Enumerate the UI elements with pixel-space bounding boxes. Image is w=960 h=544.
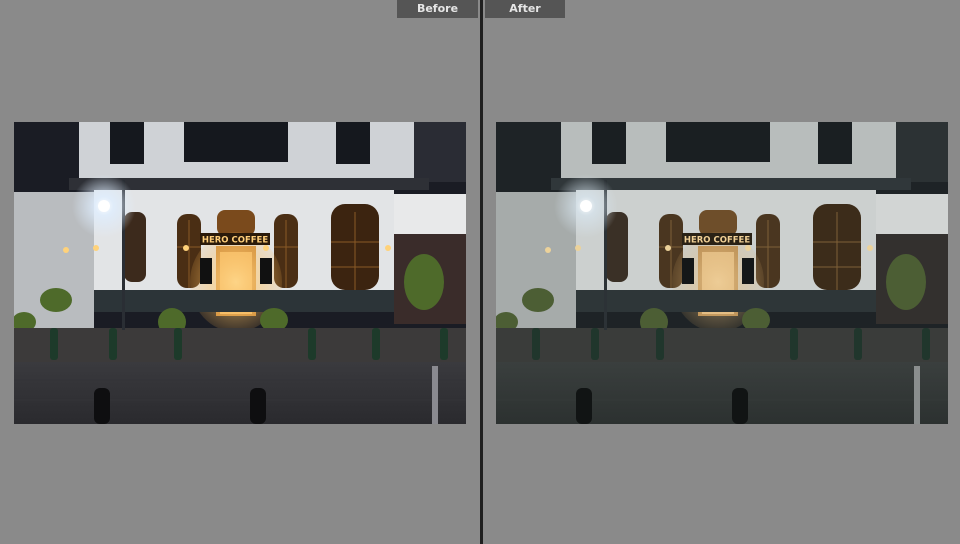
before-after-compare-view: Before After HERO COFFEE HERO COFFEE bbox=[0, 0, 960, 544]
before-label[interactable]: Before bbox=[397, 0, 478, 18]
after-sign-text: HERO COFFEE bbox=[684, 236, 751, 246]
after-label[interactable]: After bbox=[485, 0, 565, 18]
split-divider[interactable] bbox=[480, 0, 483, 544]
after-photo-image: HERO COFFEE bbox=[496, 122, 948, 424]
before-sign-text: HERO COFFEE bbox=[202, 236, 269, 246]
before-photo-image: HERO COFFEE bbox=[14, 122, 466, 424]
before-photo: HERO COFFEE bbox=[14, 122, 466, 424]
after-photo: HERO COFFEE bbox=[496, 122, 948, 424]
